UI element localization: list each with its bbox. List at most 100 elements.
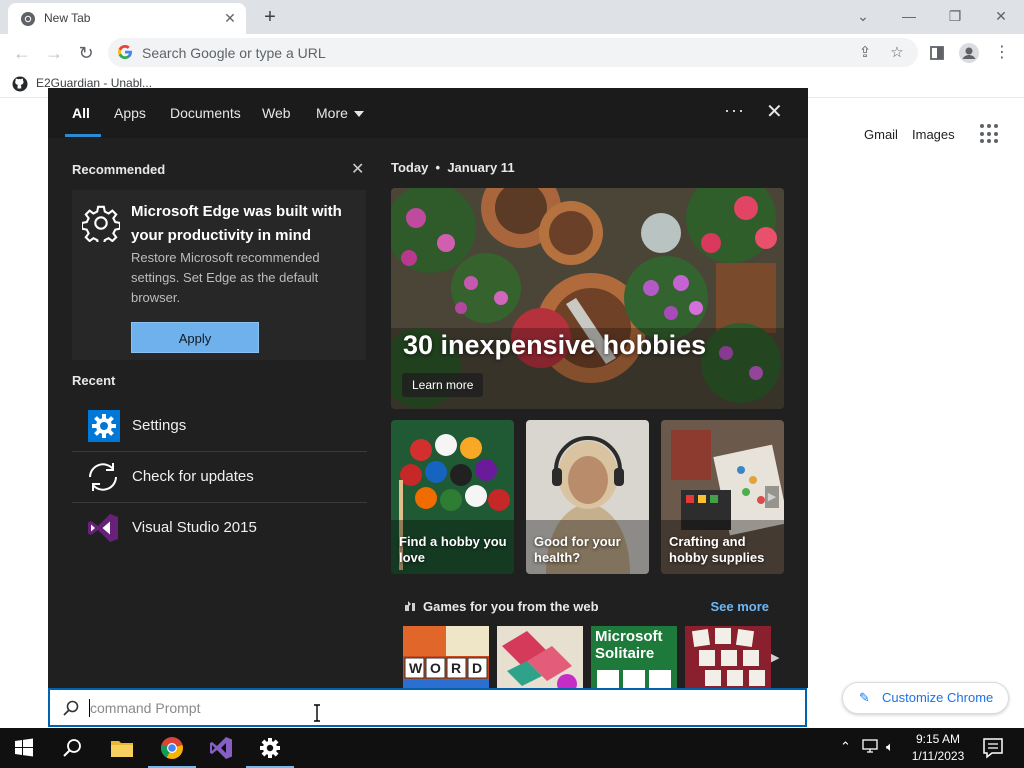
tab-close-icon[interactable]: ✕ bbox=[220, 8, 240, 28]
today-column: Today • January 11 30 inexpensive hobbie… bbox=[391, 138, 786, 688]
game-tile-solitaire[interactable]: Microsoft Solitaire bbox=[591, 626, 677, 688]
games-title: Games for you from the web bbox=[423, 599, 599, 614]
minimize-button[interactable]: — bbox=[886, 4, 932, 28]
taskbar-file-explorer[interactable] bbox=[98, 728, 146, 768]
recent-item-check-updates[interactable]: Check for updates bbox=[72, 452, 367, 503]
back-icon[interactable]: ← bbox=[9, 40, 35, 66]
show-hidden-icons-icon[interactable]: ⌃ bbox=[840, 739, 851, 755]
word-letter: D bbox=[472, 660, 483, 676]
chrome-icon bbox=[21, 12, 35, 26]
folder-icon bbox=[111, 741, 133, 757]
tab-documents[interactable]: Documents bbox=[170, 105, 241, 121]
recent-item-label: Check for updates bbox=[132, 468, 254, 485]
games-header: Games for you from the web See more bbox=[403, 598, 773, 616]
windows-search-panel: All Apps Documents Web More ··· ✕ Recomm… bbox=[48, 88, 808, 688]
recent-item-label: Settings bbox=[132, 417, 187, 434]
network-icon[interactable] bbox=[862, 739, 878, 756]
github-icon bbox=[12, 76, 28, 92]
dismiss-recommended-icon[interactable]: ✕ bbox=[351, 159, 364, 179]
volume-icon[interactable]: 🔈︎ bbox=[886, 739, 894, 755]
recent-item-visual-studio[interactable]: Visual Studio 2015 bbox=[72, 503, 367, 553]
windows-logo-icon bbox=[15, 738, 33, 757]
text-cursor-icon bbox=[314, 704, 320, 722]
start-button[interactable] bbox=[0, 728, 48, 768]
search-input[interactable]: command Prompt bbox=[48, 688, 807, 727]
tab-title: New Tab bbox=[44, 11, 91, 25]
learn-more-button[interactable]: Learn more bbox=[402, 373, 484, 397]
reload-icon[interactable]: ↻ bbox=[73, 40, 99, 66]
solitaire-label: Microsoft Solitaire bbox=[595, 628, 663, 662]
recent-item-label: Visual Studio 2015 bbox=[132, 519, 257, 536]
tile-caption: Good for your health? bbox=[534, 534, 621, 565]
search-placeholder: command Prompt bbox=[90, 700, 201, 716]
chevron-right-icon[interactable]: ▶ bbox=[765, 486, 779, 508]
profile-avatar-icon[interactable] bbox=[956, 40, 982, 66]
search-icon bbox=[63, 739, 81, 757]
left-column: Recommended ✕ Microsoft Edge was built w… bbox=[48, 138, 378, 688]
tab-web[interactable]: Web bbox=[262, 105, 291, 121]
close-window-button[interactable]: ✕ bbox=[978, 4, 1024, 28]
chrome-menu-icon[interactable]: ⋮ bbox=[989, 40, 1015, 66]
address-bar[interactable]: Search Google or type a URL ⇪ ☆ bbox=[108, 38, 918, 67]
tile-caption: Find a hobby you love bbox=[399, 534, 507, 565]
see-more-link[interactable]: See more bbox=[710, 599, 769, 614]
pencil-icon: ✎ bbox=[859, 690, 870, 705]
block-game-image bbox=[497, 626, 583, 688]
wordament-image bbox=[685, 626, 771, 688]
tab-strip: New Tab ✕ + ⌄ — ❐ ✕ bbox=[0, 0, 1024, 34]
text-caret bbox=[89, 699, 90, 717]
action-center-icon[interactable] bbox=[980, 736, 1006, 760]
chevron-down-icon bbox=[353, 111, 364, 118]
tile-find-hobby[interactable]: Find a hobby you love bbox=[391, 420, 514, 574]
settings-app-icon bbox=[88, 410, 120, 442]
active-tab-indicator bbox=[65, 134, 101, 137]
gmail-link[interactable]: Gmail bbox=[864, 127, 898, 142]
taskbar-settings[interactable] bbox=[246, 728, 294, 768]
chevron-right-icon[interactable]: ▶ bbox=[771, 651, 779, 664]
taskbar-search-button[interactable] bbox=[48, 728, 96, 768]
tab-all[interactable]: All bbox=[72, 105, 90, 121]
recommended-title: Recommended bbox=[72, 162, 166, 177]
forward-icon[interactable]: → bbox=[41, 40, 67, 66]
today-label: Today bbox=[391, 160, 429, 175]
game-tile-wordament[interactable] bbox=[685, 626, 771, 688]
tab-apps[interactable]: Apps bbox=[114, 105, 146, 121]
recent-item-settings[interactable]: Settings bbox=[72, 401, 367, 452]
tab-new-tab[interactable]: New Tab ✕ bbox=[8, 3, 246, 34]
tab-search-icon[interactable]: ⌄ bbox=[840, 4, 886, 28]
chrome-icon bbox=[160, 737, 183, 759]
side-panel-icon[interactable] bbox=[924, 40, 950, 66]
word-letter: W bbox=[409, 660, 423, 676]
games-icon bbox=[405, 601, 415, 611]
bookmark-star-icon[interactable]: ☆ bbox=[888, 44, 906, 62]
google-apps-icon[interactable] bbox=[980, 124, 1000, 144]
customize-chrome-button[interactable]: ✎ Customize Chrome bbox=[842, 682, 1009, 714]
hero-card[interactable]: 30 inexpensive hobbies Learn more bbox=[391, 188, 784, 409]
omnibox-placeholder: Search Google or type a URL bbox=[142, 45, 326, 61]
apply-button[interactable]: Apply bbox=[131, 322, 259, 353]
google-icon bbox=[117, 45, 132, 59]
clock-date: 1/11/2023 bbox=[911, 749, 965, 763]
taskbar-chrome[interactable] bbox=[148, 728, 196, 768]
share-icon[interactable]: ⇪ bbox=[856, 44, 874, 62]
taskbar-visual-studio[interactable] bbox=[197, 728, 245, 768]
recommended-card-body: Restore Microsoft recommended settings. … bbox=[131, 250, 320, 305]
customize-label: Customize Chrome bbox=[882, 690, 994, 705]
tile-caption: Crafting and hobby supplies bbox=[669, 534, 765, 565]
sync-icon bbox=[89, 463, 117, 491]
word-letter: O bbox=[430, 660, 441, 676]
close-panel-icon[interactable]: ✕ bbox=[766, 102, 783, 122]
clock-time: 9:15 AM bbox=[915, 732, 961, 746]
restore-button[interactable]: ❐ bbox=[932, 4, 978, 28]
hero-title: 30 inexpensive hobbies bbox=[403, 330, 707, 360]
new-tab-button[interactable]: + bbox=[258, 6, 282, 28]
tab-more[interactable]: More bbox=[316, 105, 364, 121]
more-options-icon[interactable]: ··· bbox=[724, 100, 745, 121]
recommended-card-title: Microsoft Edge was built with your produ… bbox=[131, 203, 342, 244]
today-header: Today • January 11 bbox=[391, 160, 515, 175]
system-clock[interactable]: 9:15 AM 1/11/2023 bbox=[906, 731, 970, 765]
game-tile-word[interactable]: W O R D bbox=[403, 626, 489, 688]
game-tile-blocks[interactable] bbox=[497, 626, 583, 688]
images-link[interactable]: Images bbox=[912, 127, 955, 142]
tile-good-health[interactable]: Good for your health? bbox=[526, 420, 649, 574]
